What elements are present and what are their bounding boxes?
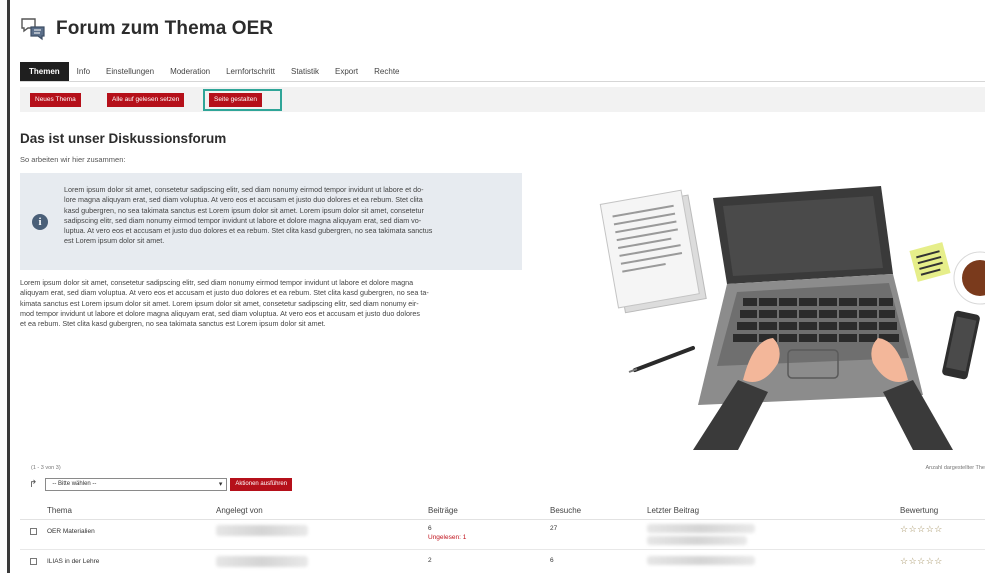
info-text: Lorem ipsum dolor sit amet, consetetur s… bbox=[64, 185, 514, 247]
tab-einstellungen[interactable]: Einstellungen bbox=[98, 62, 162, 81]
info-line: lore magna aliquyam erat, sed diam volup… bbox=[64, 195, 423, 205]
info-line: kasd gubergren, no sea takimata sanctus … bbox=[64, 205, 424, 215]
unread-count[interactable]: Ungelesen: 1 bbox=[428, 534, 466, 541]
bulk-actions: ↱ -- Bitte wählen -- ▾ Aktionen ausführe… bbox=[29, 478, 293, 491]
info-line: est Lorem ipsum dolor sit amet. bbox=[64, 236, 165, 246]
select-all-arrow-icon: ↱ bbox=[29, 479, 38, 490]
author-redacted bbox=[216, 556, 308, 567]
tab-statistik[interactable]: Statistik bbox=[283, 62, 327, 81]
info-icon: i bbox=[32, 214, 48, 230]
execute-actions-button[interactable]: Aktionen ausführen bbox=[230, 478, 293, 491]
action-select-value: -- Bitte wählen -- bbox=[52, 481, 97, 487]
tab-lernfortschritt[interactable]: Lernfortschritt bbox=[218, 62, 283, 81]
body-line: kimata sanctus est Lorem ipsum dolor sit… bbox=[20, 298, 419, 308]
page: Forum zum Thema OER Themen Info Einstell… bbox=[13, 0, 985, 573]
column-header-topic[interactable]: Thema bbox=[47, 506, 72, 515]
post-count: 6 bbox=[428, 525, 432, 532]
column-header-posts[interactable]: Beiträge bbox=[428, 506, 458, 515]
post-count: 2 bbox=[428, 557, 432, 564]
toolbar: Neues Thema Alle auf gelesen setzen Seit… bbox=[20, 87, 985, 112]
page-header: Forum zum Thema OER bbox=[20, 16, 273, 42]
topic-link[interactable]: ILIAS in der Lehre bbox=[47, 558, 99, 565]
info-box: i Lorem ipsum dolor sit amet, consetetur… bbox=[20, 173, 522, 270]
page-title: Forum zum Thema OER bbox=[56, 18, 274, 39]
tab-themen[interactable]: Themen bbox=[20, 62, 69, 81]
column-header-last-post[interactable]: Letzter Beitrag bbox=[647, 506, 699, 515]
visit-count: 6 bbox=[550, 557, 554, 564]
left-edge-bar bbox=[0, 0, 10, 573]
display-count-label[interactable]: Anzahl dargestellter The bbox=[925, 465, 985, 471]
tab-info[interactable]: Info bbox=[69, 62, 98, 81]
rating-stars[interactable]: ☆☆☆☆☆ bbox=[900, 556, 943, 567]
table-header: Thema Angelegt von Beiträge Besuche Letz… bbox=[20, 500, 985, 520]
last-post-redacted[interactable] bbox=[647, 524, 755, 533]
table-row: OER Materialien 6 Ungelesen: 1 27 ☆☆☆☆☆ bbox=[20, 522, 985, 550]
visit-count: 27 bbox=[550, 525, 558, 532]
tab-moderation[interactable]: Moderation bbox=[162, 62, 218, 81]
body-line: aliquyam erat, sed diam voluptua. At ver… bbox=[20, 288, 429, 298]
last-post-meta-redacted bbox=[647, 536, 747, 545]
column-header-created-by[interactable]: Angelegt von bbox=[216, 506, 263, 515]
body-line: Lorem ipsum dolor sit amet, consetetur s… bbox=[20, 278, 414, 287]
info-line: luptua. At vero eos et accusam et justo … bbox=[64, 226, 433, 236]
forum-icon bbox=[21, 18, 45, 41]
topic-link[interactable]: OER Materialien bbox=[47, 528, 95, 535]
section-title: Das ist unser Diskussionsforum bbox=[20, 131, 227, 146]
row-checkbox[interactable] bbox=[30, 558, 37, 565]
info-line: sadipscing elitr, sed diam nonumy eirmod… bbox=[64, 215, 422, 225]
column-header-rating[interactable]: Bewertung bbox=[900, 506, 938, 515]
last-post-redacted[interactable] bbox=[647, 556, 755, 565]
chevron-down-icon: ▾ bbox=[218, 481, 223, 488]
action-select[interactable]: -- Bitte wählen -- ▾ bbox=[45, 478, 228, 491]
body-text: Lorem ipsum dolor sit amet, consetetur s… bbox=[20, 278, 532, 329]
mark-all-read-button[interactable]: Alle auf gelesen setzen bbox=[107, 93, 185, 107]
section-subtitle: So arbeiten wir hier zusammen: bbox=[20, 155, 126, 164]
new-topic-button[interactable]: Neues Thema bbox=[30, 93, 81, 107]
column-header-visits[interactable]: Besuche bbox=[550, 506, 581, 515]
info-line: Lorem ipsum dolor sit amet, consetetur s… bbox=[64, 185, 424, 194]
body-line: et ea rebum. Stet clita kasd gubergren, … bbox=[20, 319, 326, 329]
body-line: mod tempor invidunt ut labore et dolore … bbox=[20, 308, 420, 318]
result-count: (1 - 3 von 3) bbox=[31, 465, 61, 471]
row-checkbox[interactable] bbox=[30, 528, 37, 535]
design-page-button[interactable]: Seite gestalten bbox=[209, 93, 263, 107]
tab-divider bbox=[20, 81, 985, 82]
laptop-illustration bbox=[599, 186, 985, 450]
rating-stars[interactable]: ☆☆☆☆☆ bbox=[900, 524, 943, 535]
tab-bar: Themen Info Einstellungen Moderation Ler… bbox=[20, 62, 408, 81]
tab-export[interactable]: Export bbox=[327, 62, 366, 81]
table-row: ILIAS in der Lehre 2 6 ☆☆☆☆☆ bbox=[20, 552, 985, 573]
tab-rechte[interactable]: Rechte bbox=[366, 62, 407, 81]
author-redacted bbox=[216, 525, 308, 536]
